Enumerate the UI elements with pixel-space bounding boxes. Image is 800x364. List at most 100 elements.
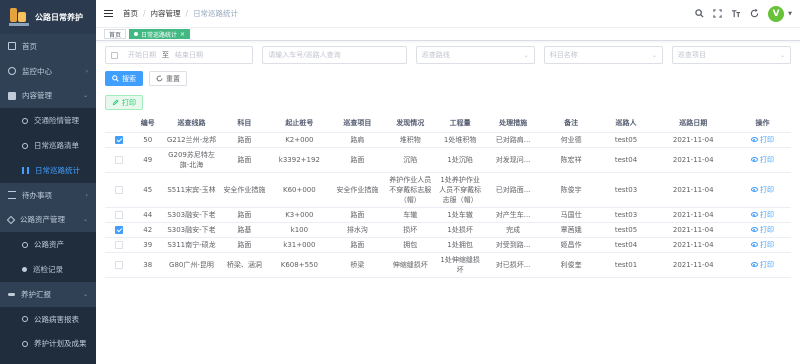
table-row[interactable]: 42 S303融安-下老 路基 k100 排水沟 损坏 1处损坏 完成 覃茜娥 test05 202… (105, 222, 791, 238)
table-cell: 路面 (330, 147, 384, 173)
sidebar-item-label: 巡检记录 (33, 265, 63, 275)
start-date-input[interactable]: 开始日期 (128, 50, 156, 60)
table-row[interactable]: 39 S311南宁-硕龙 路面 k31+000 路面 拥包 1处拥包 对受到路... 姬昌作 te… (105, 237, 791, 253)
eye-icon (750, 262, 758, 267)
subject-select[interactable]: 科目名称 ⌄ (543, 46, 663, 64)
sidebar-item[interactable]: 监控中心 › (0, 59, 96, 84)
sidebar-item[interactable]: 待办事项 › (0, 183, 96, 208)
column-header: 发现情况 (383, 115, 437, 133)
item-select[interactable]: 巡查项目 ⌄ (671, 46, 791, 64)
sidebar-item[interactable]: 日常巡路统计 (0, 157, 96, 183)
row-print-link[interactable]: 打印 (750, 261, 774, 269)
operation-cell: 打印 (733, 237, 791, 253)
sidebar-item-label: 交通险情管理 (34, 116, 79, 126)
filter-bar: 开始日期 至 结束日期 请输入车号/巡路人查询 巡查路线 ⌄ 科目名称 ⌄ 巡查… (105, 46, 791, 64)
row-print-link[interactable]: 打印 (750, 156, 774, 164)
refresh-icon (156, 75, 163, 82)
table-cell: S303融安-下老 (161, 207, 221, 223)
logo: 公路日常养护 (0, 0, 96, 34)
table-cell: 陈俊宇 (542, 172, 600, 208)
sidebar-item[interactable]: 巡检记录 (0, 257, 96, 282)
sidebar-item[interactable]: 首页 (0, 34, 96, 59)
row-checkbox[interactable] (115, 240, 124, 249)
row-select-cell (105, 172, 134, 208)
table-cell: 42 (133, 222, 162, 238)
breadcrumb-content[interactable]: 内容管理 (151, 8, 181, 19)
print-button[interactable]: 打印 (105, 95, 143, 110)
monitor-icon (8, 67, 16, 76)
table-row[interactable]: 45 S511宋宾-玉林 安全作业措施 K60+000 安全作业措施 养护作业人员不穿戴标… (105, 172, 791, 208)
column-header: 科目 (221, 115, 268, 133)
eye-icon (750, 137, 758, 142)
column-header: 巡查线路 (161, 115, 221, 133)
breadcrumb-home[interactable]: 首页 (123, 8, 138, 19)
row-checkbox[interactable] (115, 210, 124, 219)
table-cell: 伸缩缝损坏 (383, 252, 437, 278)
row-print-label: 打印 (759, 135, 774, 144)
table-row[interactable]: 50 G212兰州-龙邦 路面 K2+000 路肩 堆积物 1处堆积物 已对路肩... 何业德 t… (105, 132, 791, 148)
search-icon[interactable] (695, 9, 704, 18)
table-cell: 姬昌作 (542, 237, 600, 253)
chevron-icon: › (85, 191, 88, 199)
reset-button[interactable]: 重置 (149, 71, 187, 86)
sidebar-item-label: 监控中心 (22, 66, 52, 76)
sidebar-item[interactable]: 修补工程量权方案 (0, 356, 96, 364)
table-cell: 对已损坏... (483, 252, 543, 278)
sidebar-menu: 首页 监控中心 › 内容管理 ⌄ 交通险情管理 日常巡路清单 日常巡路统计 待办事项 › 公路资产管… (0, 34, 96, 364)
dot-icon (22, 267, 27, 273)
sidebar-item[interactable]: 内容管理 ⌄ (0, 84, 96, 109)
table-cell: 1处拥包 (436, 237, 484, 253)
table-cell: 路基 (221, 222, 268, 238)
table-cell: 1处养护作业人员不穿戴标志服（帽） (436, 172, 484, 208)
font-size-icon[interactable] (731, 9, 741, 18)
table-cell: 对受到路... (483, 237, 543, 253)
row-print-link[interactable]: 打印 (750, 186, 774, 194)
search-button[interactable]: 搜索 (105, 71, 143, 86)
table-cell: 覃茜娥 (542, 222, 600, 238)
sidebar-item[interactable]: 日常巡路清单 (0, 133, 96, 158)
tag-current[interactable]: 日常巡路统计 × (129, 29, 191, 39)
sidebar-item[interactable]: 交通险情管理 (0, 108, 96, 134)
eye-icon (750, 227, 758, 232)
close-icon[interactable]: × (180, 31, 185, 38)
eye-icon (750, 212, 758, 217)
plate-search-input[interactable]: 请输入车号/巡路人查询 (262, 46, 407, 64)
sidebar-item[interactable]: 养护计划及成果 (0, 331, 96, 357)
sidebar-item[interactable]: 公路病害报表 (0, 306, 96, 332)
sidebar-item[interactable]: 公路资产管理 ⌄ (0, 208, 96, 233)
route-select[interactable]: 巡查路线 ⌄ (415, 46, 535, 64)
table-cell: 利俊奎 (542, 252, 600, 278)
refresh-icon[interactable] (750, 9, 759, 18)
row-print-link[interactable]: 打印 (750, 135, 774, 144)
row-checkbox[interactable] (115, 135, 124, 144)
row-checkbox[interactable] (115, 225, 124, 234)
table-body: 50 G212兰州-龙邦 路面 K2+000 路肩 堆积物 1处堆积物 已对路肩... 何业德 t… (105, 132, 791, 278)
row-checkbox[interactable] (115, 185, 124, 194)
sidebar-item[interactable]: 养护汇报 ⌄ (0, 282, 96, 307)
reset-button-label: 重置 (166, 74, 180, 83)
hamburger-icon[interactable] (104, 10, 113, 17)
row-print-link[interactable]: 打印 (750, 241, 774, 249)
end-date-input[interactable]: 结束日期 (175, 50, 203, 60)
row-print-link[interactable]: 打印 (750, 211, 774, 219)
table-row[interactable]: 44 S303融安-下老 路面 K3+000 路面 车辙 1处车辙 对产生车... 马国仕 tes… (105, 207, 791, 223)
table-cell: G212兰州-龙邦 (161, 132, 221, 148)
row-select-cell (105, 252, 134, 278)
table-cell: 路面 (330, 207, 384, 223)
row-checkbox[interactable] (115, 260, 124, 269)
date-range-picker[interactable]: 开始日期 至 结束日期 (105, 46, 254, 64)
row-print-link[interactable]: 打印 (750, 226, 774, 234)
chevron-down-icon[interactable]: ▼ (788, 11, 792, 17)
table-cell: 马国仕 (542, 207, 600, 223)
sidebar-item-label: 公路资产管理 (20, 215, 65, 225)
fullscreen-icon[interactable] (713, 9, 722, 18)
row-checkbox[interactable] (115, 155, 124, 164)
asset-icon (6, 215, 16, 225)
sidebar-item[interactable]: 公路资产 (0, 232, 96, 258)
tag-home[interactable]: 首页 (104, 29, 127, 39)
table-row[interactable]: 49 G209苏尼特左旗-北海 路面 k3392+192 路面 沉陷 1处沉陷 对发现问...… (105, 147, 791, 173)
table-row[interactable]: 38 G80广州-昆明 桥梁、涵洞 K608+550 桥梁 伸缩缝损坏 1处伸缩缝损坏 对已损… (105, 252, 791, 278)
avatar[interactable]: V (768, 5, 785, 22)
table-cell: 已对路肩... (483, 132, 543, 148)
sidebar-item-label: 日常巡路清单 (34, 141, 79, 151)
